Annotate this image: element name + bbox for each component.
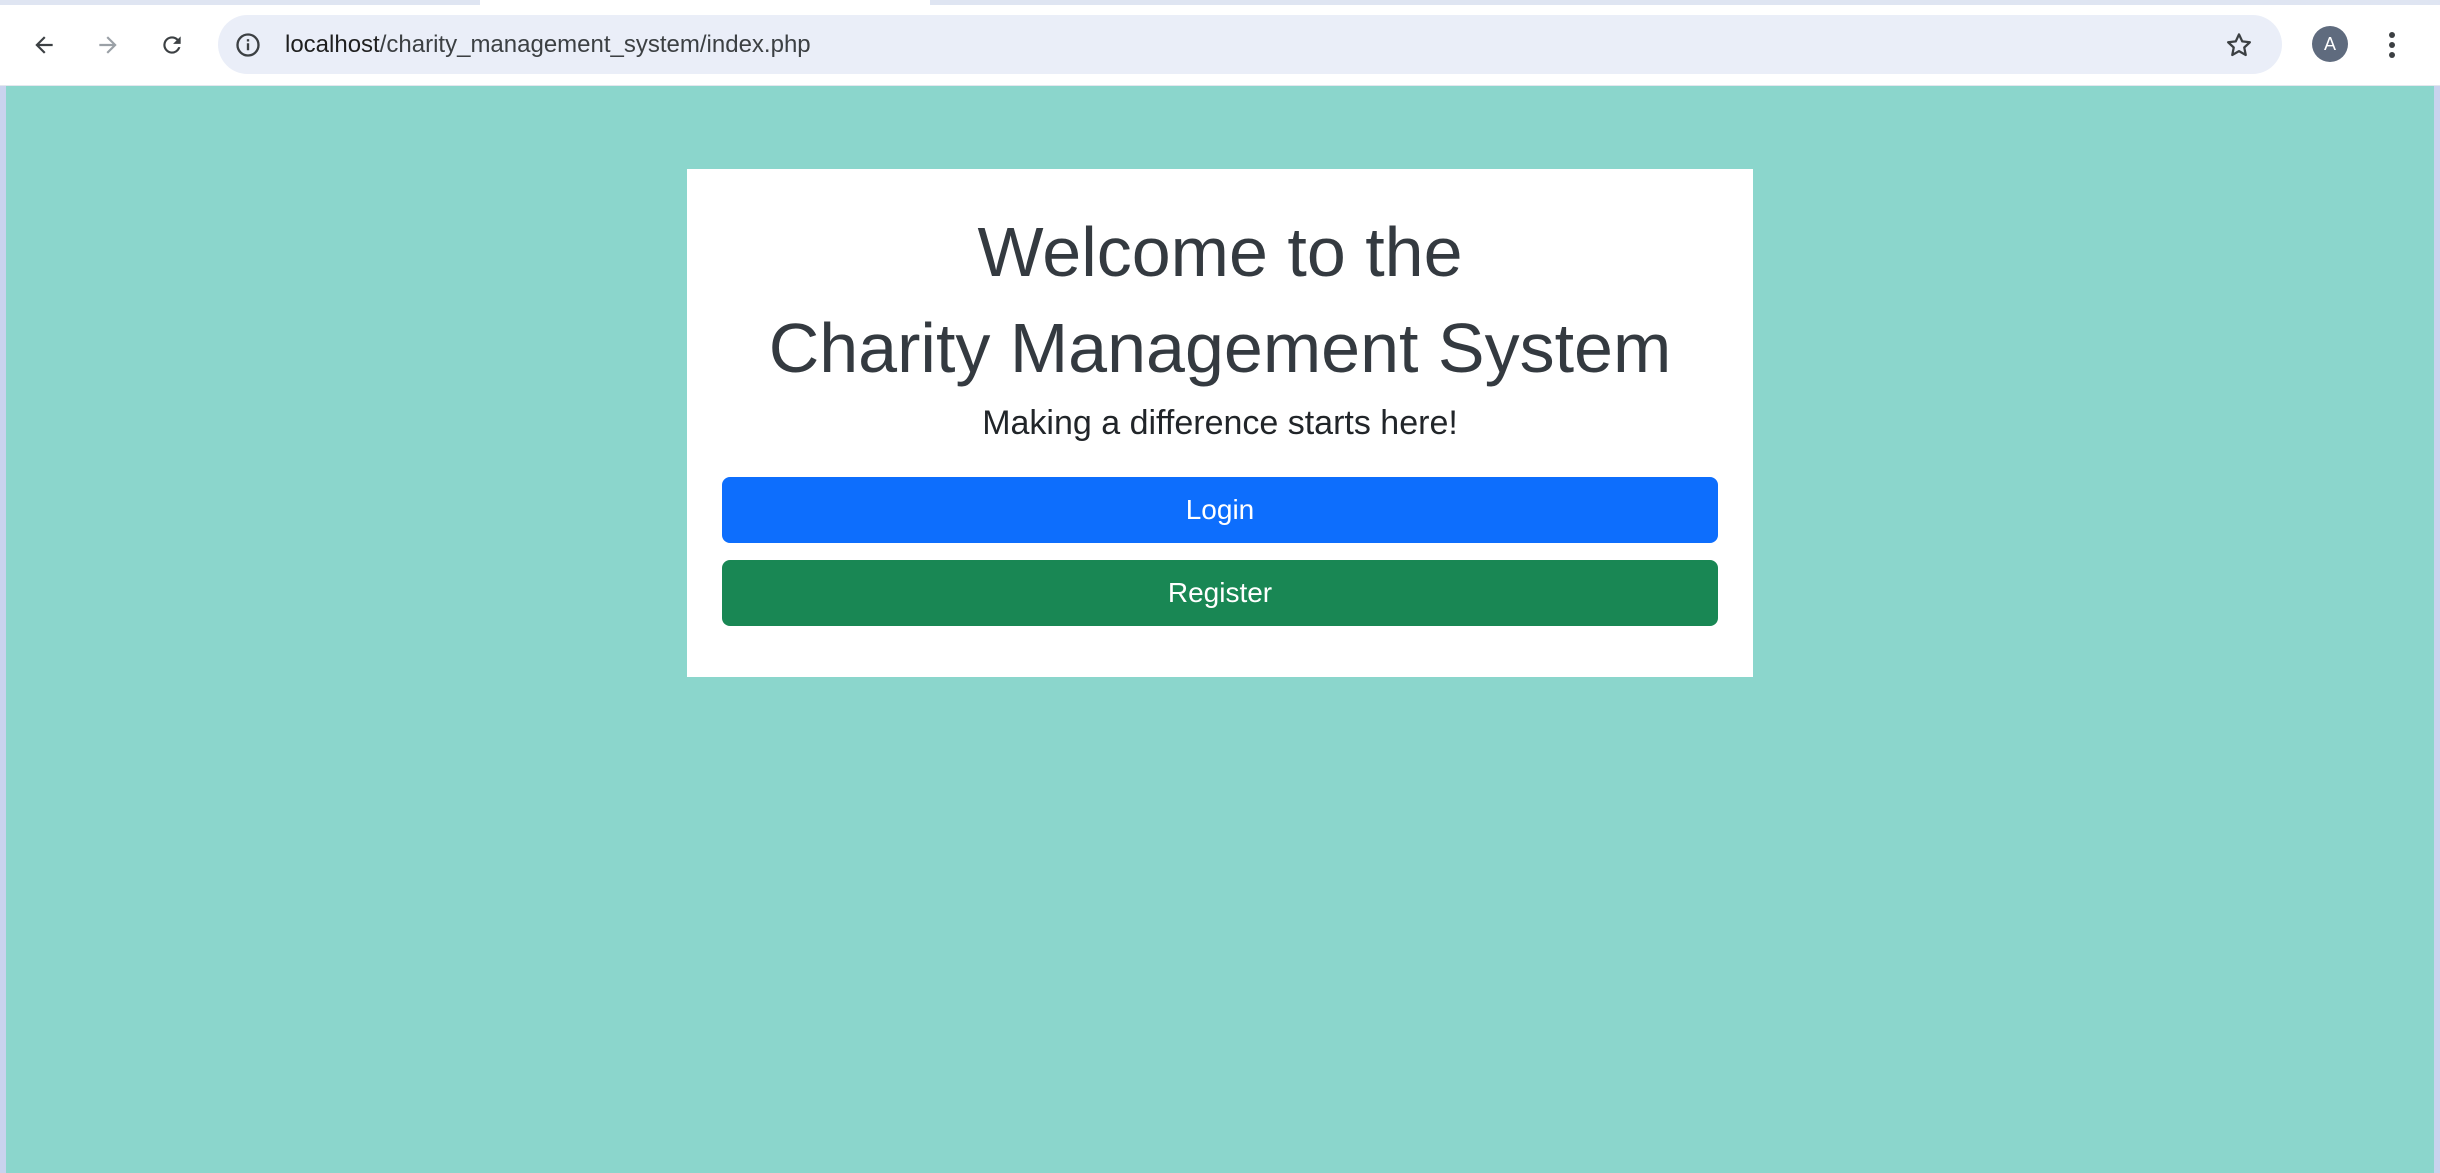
tagline: Making a difference starts here!: [982, 404, 1458, 442]
profile-initial: A: [2323, 33, 2336, 54]
tab-strip: [0, 0, 2440, 5]
arrow-left-icon: [35, 36, 53, 54]
arrow-right-icon: [99, 36, 117, 54]
browser-window: localhost/charity_management_system/inde…: [0, 0, 2440, 1173]
star-icon: [2227, 33, 2251, 57]
address-bar[interactable]: localhost/charity_management_system/inde…: [218, 15, 2282, 74]
reload-button[interactable]: [149, 22, 195, 68]
register-button[interactable]: Register: [722, 560, 1718, 626]
url-path: /charity_management_system/index.php: [379, 31, 811, 58]
title-line-2: Charity Management System: [768, 309, 1672, 387]
back-button[interactable]: [21, 22, 67, 68]
welcome-card: Welcome to the Charity Management System…: [687, 169, 1753, 677]
url-text[interactable]: localhost/charity_management_system/inde…: [285, 30, 811, 60]
browser-toolbar: localhost/charity_management_system/inde…: [0, 0, 2440, 86]
forward-button[interactable]: [85, 22, 131, 68]
url-host: localhost: [285, 31, 380, 58]
page-title: Welcome to the Charity Management System: [687, 204, 1753, 396]
page-viewport: Welcome to the Charity Management System…: [6, 86, 2434, 1173]
login-button[interactable]: Login: [722, 477, 1718, 543]
bookmark-button[interactable]: [2220, 26, 2258, 64]
vertical-dots-icon: [2389, 32, 2395, 58]
register-button-label: Register: [1167, 577, 1273, 608]
info-icon: [236, 33, 260, 57]
active-tab[interactable]: [480, 0, 930, 5]
profile-avatar[interactable]: A: [2312, 26, 2348, 62]
login-button-label: Login: [1185, 494, 1255, 525]
reload-icon: [163, 36, 181, 54]
title-line-1: Welcome to the: [977, 213, 1463, 291]
browser-menu-button[interactable]: [2377, 22, 2407, 68]
site-info-button[interactable]: [232, 29, 264, 61]
